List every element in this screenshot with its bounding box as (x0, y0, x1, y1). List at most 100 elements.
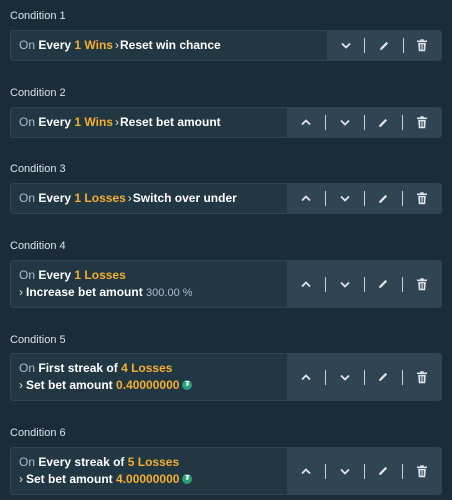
move-up-button[interactable] (287, 108, 325, 137)
pencil-icon (379, 372, 388, 381)
trigger-prefix: Every streak of (38, 455, 125, 469)
move-up-button[interactable] (287, 448, 325, 494)
condition-1-text: On Every 1 Wins ›Reset win chance (19, 31, 281, 60)
chevron-down-icon (339, 119, 350, 126)
pencil-icon (379, 118, 388, 127)
move-up-button[interactable] (287, 261, 325, 307)
pencil-icon (379, 194, 388, 203)
condition-1-actions (327, 31, 441, 60)
trash-icon (417, 39, 428, 52)
condition-5-row[interactable]: On First streak of 4 Losses › Set bet amo… (10, 353, 442, 401)
condition-5-label: Condition 5 (10, 334, 66, 346)
action-amount: 4.00000000 (116, 472, 180, 486)
move-down-button[interactable] (326, 184, 364, 213)
condition-3-row[interactable]: On Every 1 Losses ›Switch over under (10, 183, 442, 214)
on-label: On (19, 115, 36, 129)
trigger-highlight: 1 Wins (74, 115, 113, 129)
condition-2-actions (287, 108, 441, 137)
condition-4-row[interactable]: On Every 1 Losses › Increase bet amount 3… (10, 260, 442, 308)
delete-button[interactable] (403, 448, 441, 494)
delete-button[interactable] (403, 354, 441, 400)
trigger-prefix: Every (38, 38, 72, 52)
trash-icon (417, 192, 428, 205)
action-text: Set bet amount (26, 378, 113, 392)
chevron-down-icon (339, 195, 350, 202)
action-text: Reset bet amount (119, 115, 221, 129)
chevron-right-icon: › (127, 191, 132, 205)
tether-icon: ₮ (182, 379, 193, 390)
condition-5-text: On First streak of 4 Losses › Set bet amo… (19, 354, 281, 400)
on-label: On (19, 267, 36, 282)
move-up-button[interactable] (287, 354, 325, 400)
chevron-right-icon: › (114, 115, 119, 129)
chevron-up-icon (301, 373, 311, 380)
condition-1-row[interactable]: On Every 1 Wins ›Reset win chance (10, 30, 442, 61)
pencil-icon (379, 279, 388, 288)
chevron-right-icon: › (19, 378, 23, 392)
action-text: Switch over under (132, 191, 237, 205)
chevron-up-icon (301, 467, 311, 474)
edit-button[interactable] (365, 108, 403, 137)
chevron-up-icon (301, 119, 311, 126)
delete-button[interactable] (403, 261, 441, 307)
action-text: Set bet amount (26, 472, 113, 486)
condition-2-row[interactable]: On Every 1 Wins ›Reset bet amount (10, 107, 442, 138)
pencil-icon (380, 41, 389, 50)
move-up-button[interactable] (287, 184, 325, 213)
trigger-highlight: 1 Losses (74, 267, 126, 282)
edit-button[interactable] (365, 184, 403, 213)
condition-4-actions (287, 261, 441, 307)
trigger-highlight: 1 Losses (74, 191, 126, 205)
trigger-highlight: 5 Losses (127, 455, 180, 469)
condition-6-text: On Every streak of 5 Losses › Set bet amo… (19, 448, 281, 494)
tether-icon: ₮ (182, 473, 193, 484)
trash-icon (417, 464, 428, 477)
delete-button[interactable] (403, 184, 441, 213)
edit-button[interactable] (365, 448, 403, 494)
pencil-icon (379, 466, 388, 475)
chevron-up-icon (301, 195, 311, 202)
condition-6-label: Condition 6 (10, 427, 66, 439)
condition-1-label: Condition 1 (10, 10, 66, 22)
edit-button[interactable] (365, 354, 403, 400)
trash-icon (417, 116, 428, 129)
condition-6-row[interactable]: On Every streak of 5 Losses › Set bet amo… (10, 447, 442, 495)
edit-button[interactable] (365, 31, 402, 60)
move-down-button[interactable] (326, 108, 364, 137)
condition-6-actions (287, 448, 441, 494)
action-text: Increase bet amount (26, 284, 143, 299)
chevron-right-icon: › (114, 38, 119, 52)
trigger-prefix: Every (38, 267, 72, 282)
action-value: 300.00 % (146, 286, 193, 299)
trigger-highlight: 4 Losses (121, 361, 173, 375)
move-down-button[interactable] (327, 31, 364, 60)
chevron-down-icon (339, 281, 350, 288)
condition-2-label: Condition 2 (10, 87, 66, 99)
move-down-button[interactable] (326, 448, 364, 494)
condition-3-actions (287, 184, 441, 213)
move-down-button[interactable] (326, 354, 364, 400)
chevron-right-icon: › (19, 284, 23, 299)
chevron-down-icon (339, 468, 350, 475)
trigger-prefix: Every (38, 191, 72, 205)
move-down-button[interactable] (326, 261, 364, 307)
condition-4-text: On Every 1 Losses › Increase bet amount 3… (19, 261, 281, 307)
condition-4-label: Condition 4 (10, 240, 66, 252)
on-label: On (19, 361, 36, 375)
chevron-right-icon: › (19, 472, 23, 486)
condition-2-text: On Every 1 Wins ›Reset bet amount (19, 108, 281, 137)
condition-3-label: Condition 3 (10, 163, 66, 175)
trigger-prefix: First streak of (38, 361, 118, 375)
edit-button[interactable] (365, 261, 403, 307)
chevron-up-icon (301, 280, 311, 287)
trigger-highlight: 1 Wins (74, 38, 113, 52)
action-text: Reset win chance (119, 38, 221, 52)
on-label: On (19, 191, 36, 205)
trigger-prefix: Every (38, 115, 72, 129)
trash-icon (417, 370, 428, 383)
chevron-down-icon (341, 42, 351, 49)
action-amount: 0.40000000 (116, 378, 180, 392)
delete-button[interactable] (404, 31, 441, 60)
condition-5-actions (287, 354, 441, 400)
delete-button[interactable] (403, 108, 441, 137)
